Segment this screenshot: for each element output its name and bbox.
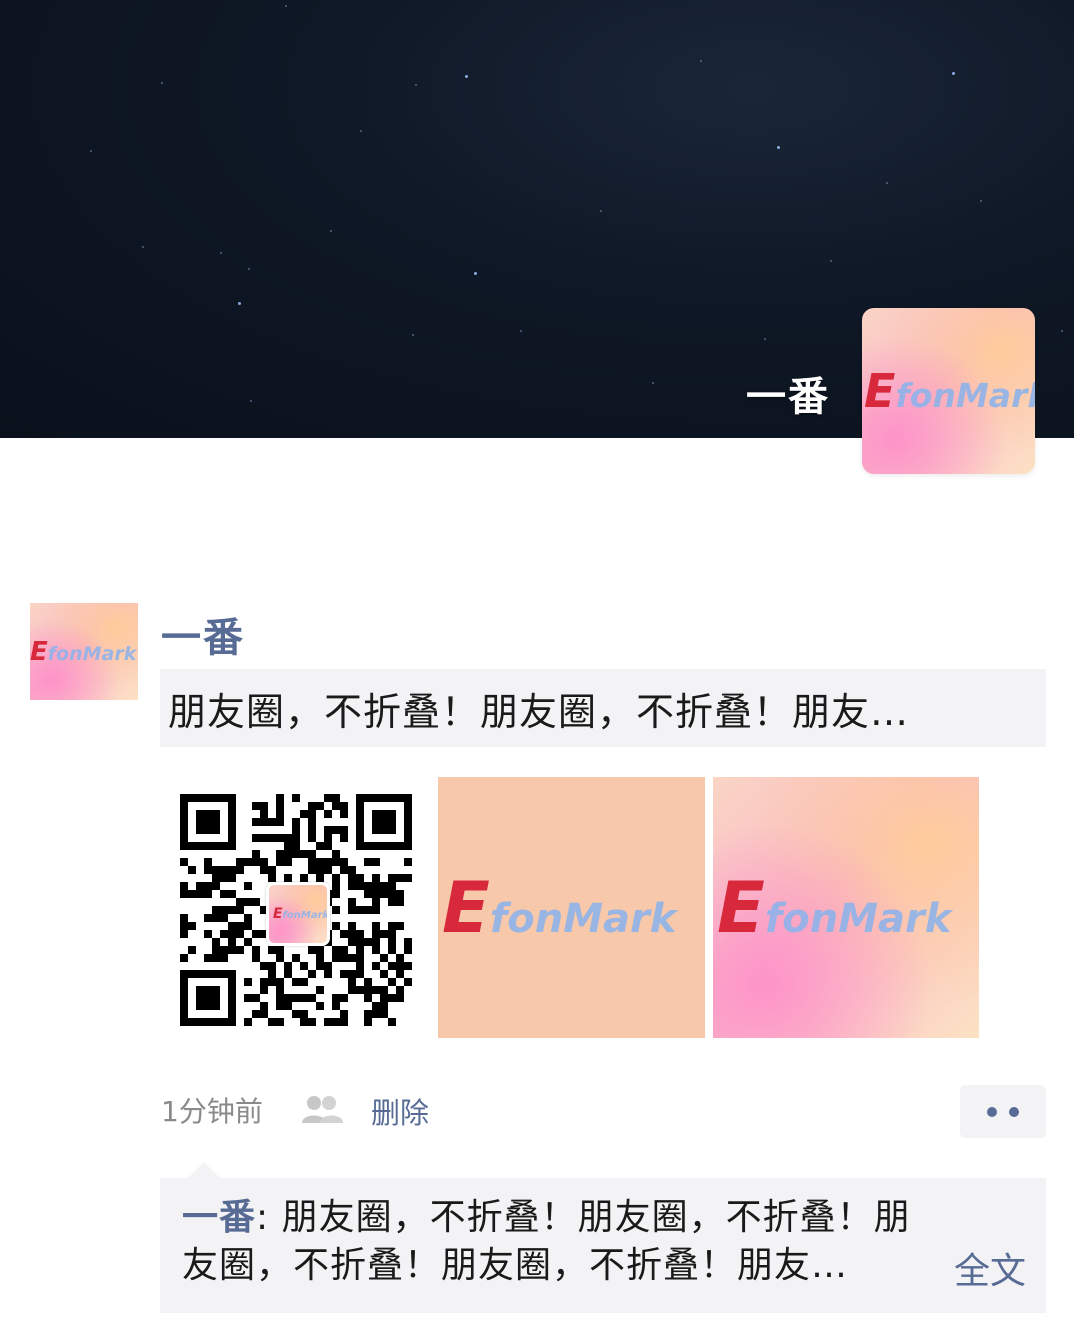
friends-icon[interactable]: [300, 1093, 345, 1125]
avatar-logo: EfonMark: [30, 636, 137, 667]
star-dot: [600, 210, 602, 212]
post-time: 1分钟前: [161, 1095, 263, 1128]
comment-panel: 一番: 朋友圈，不折叠！朋友圈，不折叠！朋友圈，不折叠！朋友圈，不折叠！朋友… …: [160, 1178, 1046, 1313]
star-dot: [652, 382, 654, 384]
more-actions-button[interactable]: [960, 1085, 1046, 1138]
comment-separator: :: [256, 1197, 282, 1238]
star-dot: [360, 130, 362, 132]
more-dots-icon: [1009, 1107, 1019, 1117]
star-dot: [412, 334, 414, 336]
star-dot: [520, 330, 522, 332]
qr-center-logo: EfonMark: [266, 882, 330, 946]
star-dot: [90, 150, 92, 152]
more-dots-icon: [987, 1107, 997, 1117]
shared-link-card[interactable]: 朋友圈，不折叠！朋友圈，不折叠！朋友…: [160, 669, 1046, 747]
delete-button[interactable]: 删除: [371, 1090, 429, 1132]
star-dot: [142, 246, 144, 248]
star-dot: [250, 400, 252, 402]
star-dot: [285, 5, 287, 7]
shared-link-text: 朋友圈，不折叠！朋友圈，不折叠！朋友…: [168, 690, 910, 734]
star-dot: [1061, 330, 1063, 332]
star-dot: [465, 75, 468, 78]
star-dot: [886, 182, 888, 184]
image-thumbnail[interactable]: EfonMark: [713, 777, 979, 1038]
star-dot: [830, 260, 832, 262]
star-dot: [764, 338, 766, 340]
star-dot: [777, 146, 780, 149]
star-dot: [161, 82, 163, 84]
star-dot: [330, 230, 332, 232]
image-thumbnail[interactable]: EfonMark: [438, 777, 705, 1038]
full-text-link[interactable]: 全文: [954, 1242, 1026, 1294]
efonmark-logo: EfonMark: [717, 866, 952, 949]
efonmark-logo: EfonMark: [442, 866, 677, 949]
comment-author[interactable]: 一番: [182, 1197, 256, 1238]
star-dot: [220, 252, 222, 254]
avatar-logo: EfonMark: [864, 364, 1035, 418]
star-dot: [980, 200, 982, 202]
comment-text: 朋友圈，不折叠！朋友圈，不折叠！朋友圈，不折叠！朋友圈，不折叠！朋友…: [182, 1197, 911, 1286]
star-dot: [474, 272, 477, 275]
star-dot: [952, 72, 955, 75]
star-dot: [238, 302, 241, 305]
comment-arrow: [188, 1162, 220, 1178]
star-dot: [415, 84, 417, 86]
image-thumbnail[interactable]: EfonMark: [168, 777, 435, 1038]
comment-item[interactable]: 一番: 朋友圈，不折叠！朋友圈，不折叠！朋友圈，不折叠！朋友圈，不折叠！朋友…: [182, 1194, 942, 1290]
post-avatar[interactable]: EfonMark: [30, 603, 138, 700]
star-dot: [700, 60, 702, 62]
cover-avatar[interactable]: EfonMark: [862, 308, 1035, 474]
post-author-name[interactable]: 一番: [161, 605, 245, 663]
star-dot: [248, 268, 250, 270]
cover-user-name: 一番: [746, 374, 830, 420]
